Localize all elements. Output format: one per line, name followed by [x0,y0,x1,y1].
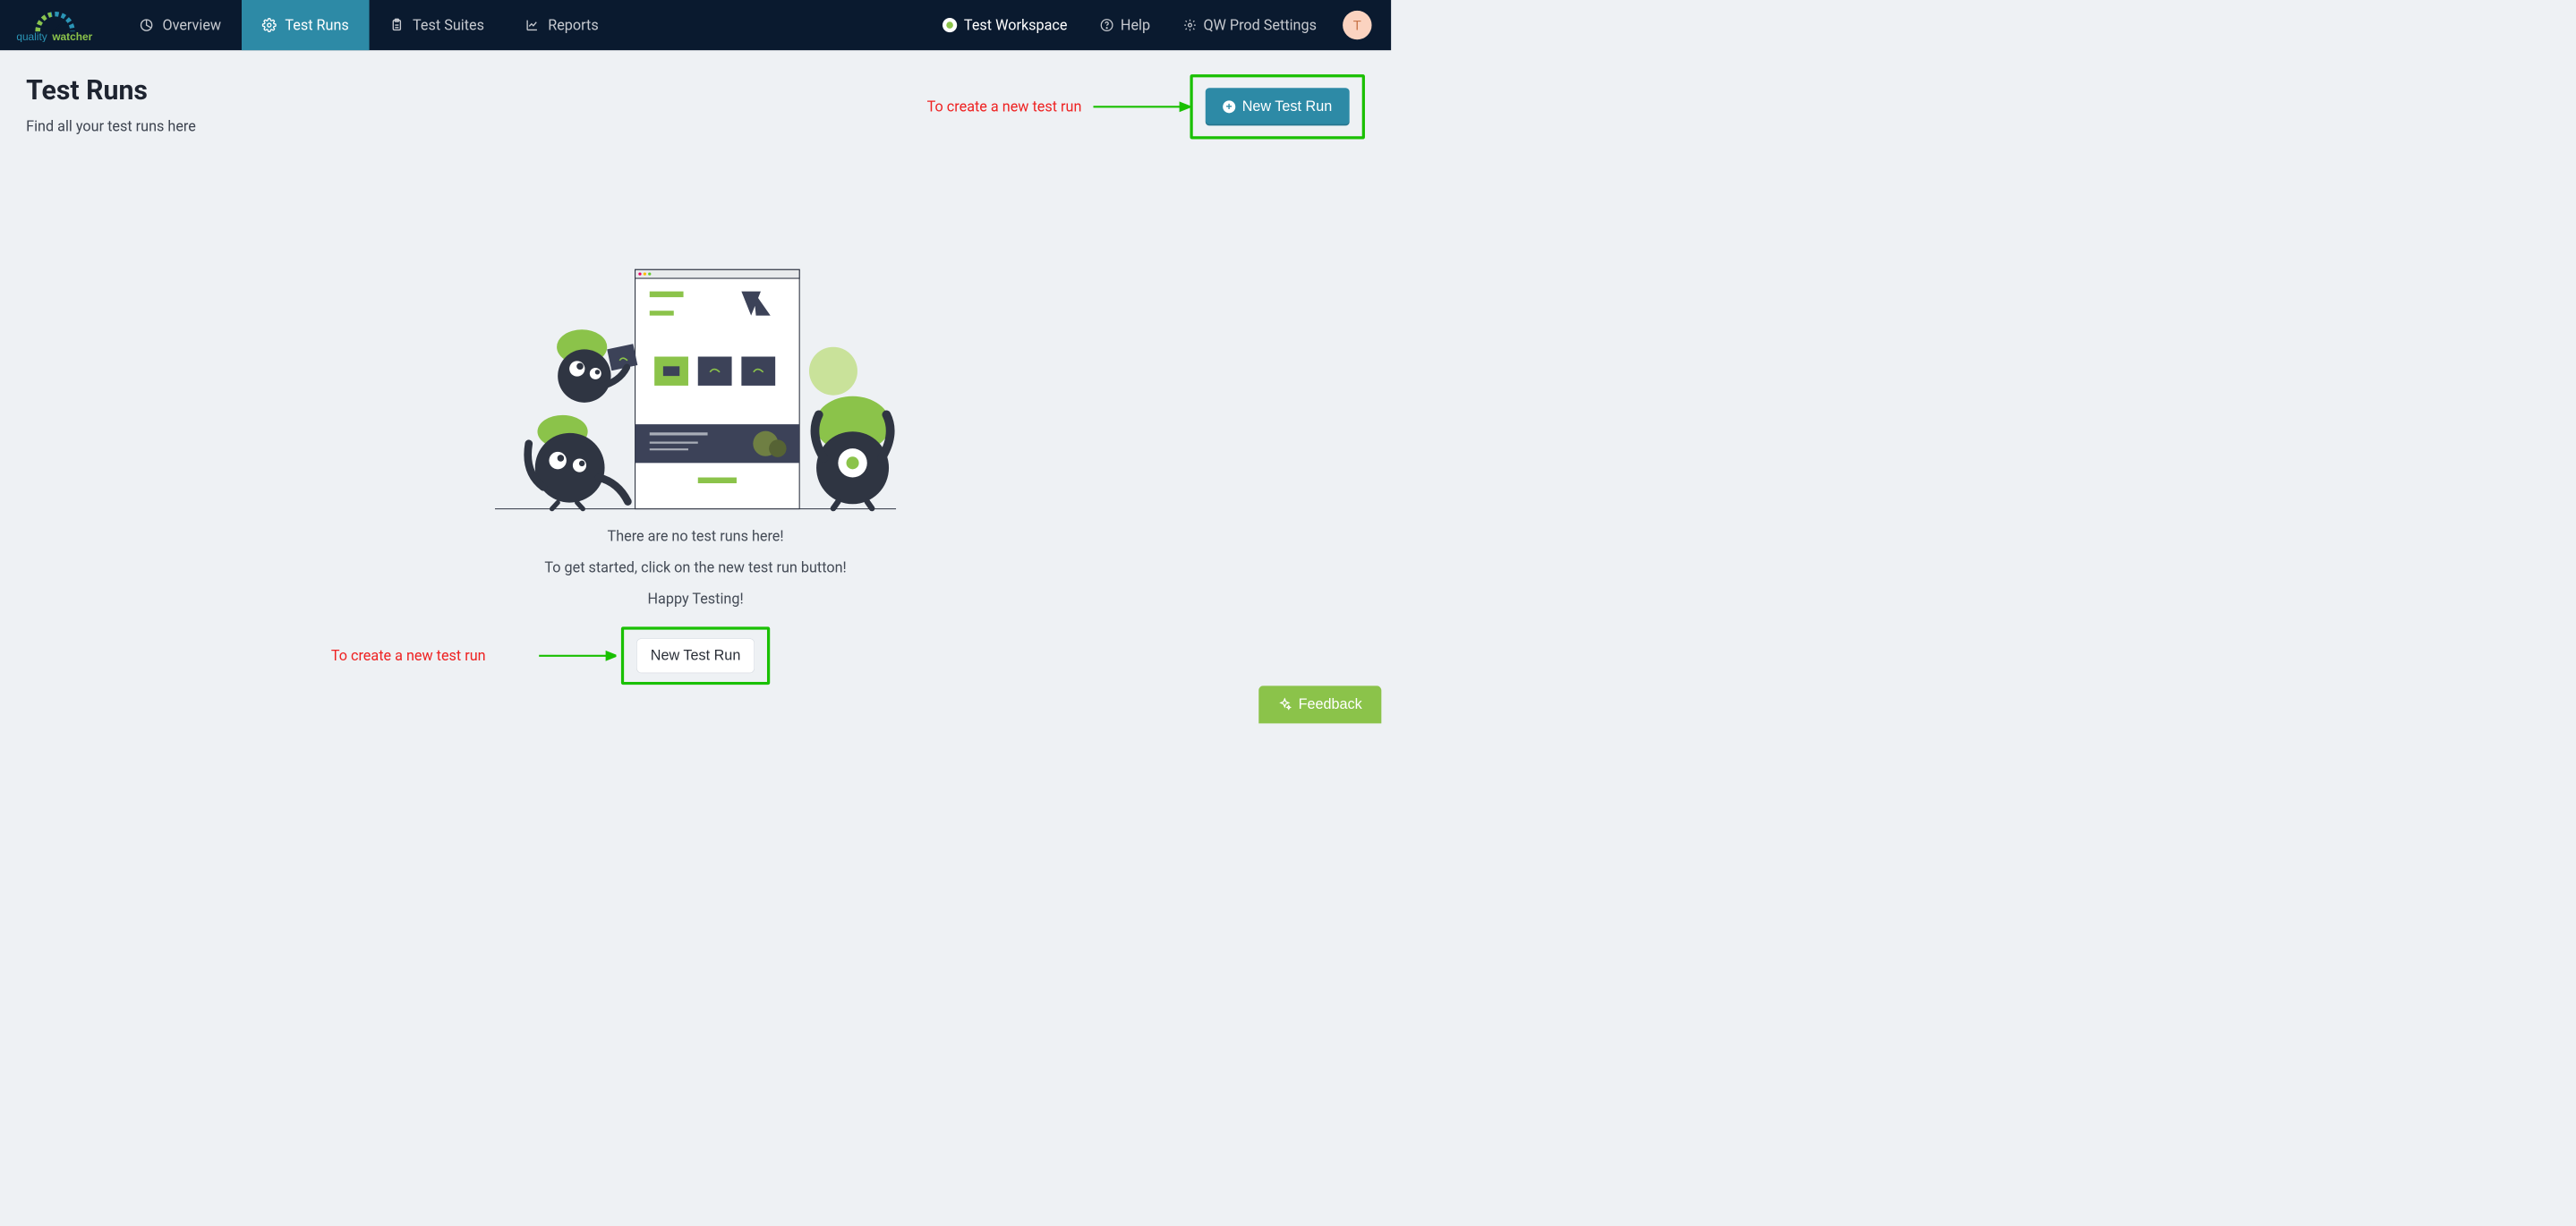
logo[interactable]: quality watcher [12,8,98,42]
gear-icon [261,18,276,32]
workspace-icon [943,18,957,32]
feedback-button[interactable]: Feedback [1258,685,1381,723]
empty-illustration [495,265,896,511]
chart-icon [525,18,539,32]
avatar-initial: T [1353,17,1361,33]
nav-test-runs[interactable]: Test Runs [242,0,370,50]
nav-test-runs-label: Test Runs [285,17,348,34]
workspace-selector[interactable]: Test Workspace [926,17,1084,34]
top-nav: quality watcher Overview Test Runs Test … [0,0,1391,50]
empty-line-1: There are no test runs here! [608,528,784,545]
empty-line-2: To get started, click on the new test ru… [544,559,846,576]
page-subtitle: Find all your test runs here [26,118,196,135]
nav-test-suites[interactable]: Test Suites [369,0,504,50]
feedback-label: Feedback [1299,696,1362,712]
page-header: Test Runs Find all your test runs here T… [26,74,1365,139]
help-icon [1100,19,1113,32]
settings-icon [1183,19,1197,32]
new-test-run-button[interactable]: + New Test Run [1206,88,1350,125]
nav-reports-label: Reports [548,17,598,34]
settings-link[interactable]: QW Prod Settings [1166,17,1333,34]
highlight-new-run-top: + New Test Run [1190,74,1365,139]
nav-tabs: Overview Test Runs Test Suites Reports [119,0,619,50]
user-avatar[interactable]: T [1343,11,1371,39]
svg-text:watcher: watcher [51,30,92,42]
clipboard-icon [389,18,404,32]
settings-label: QW Prod Settings [1203,17,1316,34]
help-label: Help [1121,17,1150,34]
help-link[interactable]: Help [1084,17,1167,34]
page-content: Test Runs Find all your test runs here T… [0,50,1391,704]
annotation-mid: To create a new test run [331,647,486,664]
sparkle-icon [1278,698,1292,711]
nav-overview-label: Overview [162,17,221,34]
new-test-run-label: New Test Run [1242,98,1333,115]
pie-icon [140,18,154,32]
new-test-run-button-secondary[interactable]: New Test Run [636,638,755,673]
svg-text:quality: quality [16,30,47,42]
nav-overview[interactable]: Overview [119,0,242,50]
highlight-new-run-mid: New Test Run [621,626,770,685]
nav-reports[interactable]: Reports [505,0,619,50]
arrow-icon [1093,99,1190,114]
workspace-label: Test Workspace [964,17,1068,34]
empty-state: There are no test runs here! To get star… [26,265,1365,685]
nav-test-suites-label: Test Suites [413,17,484,34]
plus-icon: + [1223,100,1235,113]
new-test-run-secondary-label: New Test Run [651,648,741,664]
page-title: Test Runs [26,74,196,106]
arrow-icon [539,649,616,663]
annotation-top: To create a new test run [927,98,1082,115]
empty-line-3: Happy Testing! [647,591,743,608]
